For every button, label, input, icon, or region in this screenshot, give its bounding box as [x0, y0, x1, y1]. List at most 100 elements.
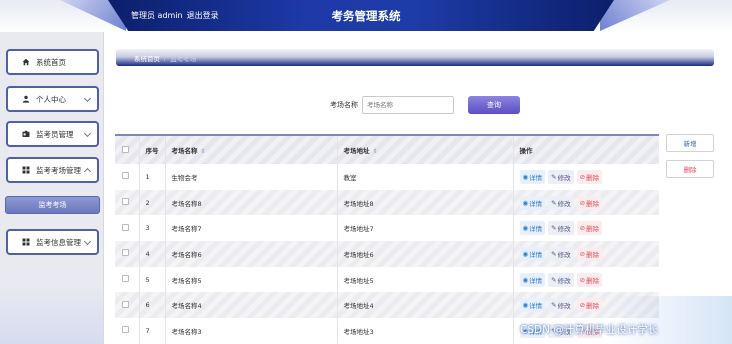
chevron-down-icon	[83, 237, 92, 246]
row-exam-room-address: 考场地址4	[337, 292, 514, 319]
sidebar-item-personal-center[interactable]: 个人中心	[6, 86, 99, 112]
view-button[interactable]: ◉ 详情	[519, 195, 546, 210]
home-icon	[22, 58, 30, 66]
row-actions: ◉ 详情 ✎ 修改 ⊘ 删除	[513, 164, 659, 190]
sidebar-item-proctor-management[interactable]: 监考员管理	[6, 121, 99, 147]
breadcrumb: 系统首页 / 监考考场	[116, 49, 714, 66]
row-exam-room-name: 考场名称3	[165, 318, 338, 344]
sidebar-item-label: 系统首页	[36, 57, 66, 67]
view-button[interactable]: ◉ 详情	[519, 169, 546, 184]
grid-icon	[22, 238, 30, 246]
id-card-icon	[22, 130, 30, 138]
row-checkbox[interactable]	[122, 249, 129, 257]
table-row: 6 考场名称4 考场地址4 ◉ 详情 ✎ 修改 ⊘ 删除	[115, 292, 659, 319]
pencil-icon: ✎	[551, 275, 557, 284]
column-header-actions: 操作	[513, 134, 659, 164]
sort-icon[interactable]: ⇕	[373, 148, 378, 155]
user-icon	[22, 95, 30, 103]
row-exam-room-address: 考场地址6	[337, 241, 514, 267]
batch-delete-button[interactable]: 删除	[666, 160, 714, 178]
delete-label: 删除	[586, 276, 600, 285]
row-actions: ◉ 详情 ✎ 修改 ⊘ 删除	[513, 241, 659, 267]
column-header-address[interactable]: 考场地址 ⇕	[337, 134, 514, 164]
sidebar-item-proctor-info-management[interactable]: 监考信息管理	[6, 229, 99, 255]
pencil-icon: ✎	[551, 301, 557, 310]
delete-button[interactable]: ⊘ 删除	[576, 221, 603, 236]
select-all-checkbox[interactable]	[122, 145, 129, 153]
row-exam-room-name: 考场名称7	[165, 215, 338, 242]
table-header-row: 序号 考场名称 ⇕ 考场地址 ⇕ 操作	[115, 134, 659, 164]
edit-button[interactable]: ✎ 修改	[548, 272, 574, 287]
table-row: 3 考场名称7 考场地址7 ◉ 详情 ✎ 修改 ⊘ 删除	[115, 215, 659, 242]
row-checkbox[interactable]	[122, 326, 129, 334]
breadcrumb-separator: /	[164, 53, 167, 62]
edit-button[interactable]: ✎ 修改	[548, 298, 574, 313]
view-button[interactable]: ◉ 详情	[519, 221, 546, 236]
row-checkbox[interactable]	[122, 198, 129, 206]
sidebar-item-home[interactable]: 系统首页	[6, 49, 99, 75]
column-header-name[interactable]: 考场名称 ⇕	[165, 134, 338, 164]
row-actions: ◉ 详情 ✎ 修改 ⊘ 删除	[513, 266, 659, 293]
row-exam-room-name: 考场名称5	[165, 266, 338, 293]
sidebar-item-exam-room-management[interactable]: 监考考场管理	[6, 157, 99, 183]
sidebar-item-label: 监考信息管理	[36, 237, 81, 247]
sort-icon[interactable]: ⇕	[201, 148, 206, 155]
row-index: 2	[139, 189, 166, 216]
delete-circle-icon: ⊘	[579, 172, 586, 181]
row-exam-room-name: 考场名称4	[165, 292, 338, 319]
delete-button[interactable]: ⊘ 删除	[576, 169, 603, 184]
column-header-address-label: 考场地址	[343, 147, 370, 155]
delete-label: 删除	[586, 250, 600, 259]
row-actions: ◉ 详情 ✎ 修改 ⊘ 删除	[513, 292, 659, 319]
view-label: 详情	[529, 250, 543, 259]
delete-label: 删除	[586, 225, 600, 234]
row-select-cell	[115, 292, 140, 319]
sidebar-item-label: 个人中心	[36, 94, 66, 104]
edit-button[interactable]: ✎ 修改	[548, 169, 574, 184]
row-select-cell	[115, 241, 140, 267]
column-header-name-label: 考场名称	[171, 147, 198, 155]
delete-button[interactable]: ⊘ 删除	[576, 195, 603, 210]
delete-circle-icon: ⊘	[579, 198, 586, 207]
row-checkbox[interactable]	[122, 300, 129, 308]
delete-button[interactable]: ⊘ 删除	[576, 246, 603, 261]
row-checkbox[interactable]	[122, 172, 129, 180]
search-input[interactable]	[362, 96, 454, 114]
view-label: 详情	[529, 199, 543, 208]
row-checkbox[interactable]	[122, 275, 129, 283]
row-exam-room-name: 考场名称8	[165, 189, 338, 216]
edit-button[interactable]: ✎ 修改	[548, 221, 574, 236]
watermark: CSDN @计算机毕业设计学长	[520, 324, 659, 336]
view-button[interactable]: ◉ 详情	[519, 298, 546, 313]
row-select-cell	[115, 189, 140, 216]
row-index: 1	[139, 164, 166, 190]
table-row: 4 考场名称6 考场地址6 ◉ 详情 ✎ 修改 ⊘ 删除	[115, 241, 659, 267]
edit-button[interactable]: ✎ 修改	[548, 195, 574, 210]
row-select-cell	[115, 318, 140, 344]
chevron-down-icon	[83, 94, 92, 103]
add-button[interactable]: 新增	[666, 134, 714, 152]
chevron-up-icon	[83, 167, 92, 176]
search-button[interactable]: 查询	[468, 96, 520, 114]
row-checkbox[interactable]	[122, 223, 129, 231]
sidebar-subitem-exam-room[interactable]: 监考考场	[5, 196, 100, 214]
pencil-icon: ✎	[551, 224, 557, 233]
app-title: 考务管理系统	[331, 9, 401, 23]
delete-button[interactable]: ⊘ 删除	[576, 272, 603, 287]
row-index: 7	[139, 318, 166, 344]
breadcrumb-home[interactable]: 系统首页	[134, 53, 160, 63]
edit-label: 修改	[557, 225, 571, 234]
delete-circle-icon: ⊘	[579, 301, 586, 310]
delete-label: 删除	[586, 173, 600, 182]
delete-button[interactable]: ⊘ 删除	[576, 298, 603, 313]
view-button[interactable]: ◉ 详情	[519, 272, 546, 287]
row-exam-room-address: 教室	[337, 164, 514, 190]
view-button[interactable]: ◉ 详情	[519, 246, 546, 261]
edit-button[interactable]: ✎ 修改	[548, 246, 574, 261]
row-select-cell	[115, 215, 140, 242]
select-all-cell	[115, 134, 140, 164]
delete-circle-icon: ⊘	[579, 224, 586, 233]
view-label: 详情	[529, 276, 543, 285]
edit-label: 修改	[557, 199, 571, 208]
search-label: 考场名称	[330, 101, 358, 109]
